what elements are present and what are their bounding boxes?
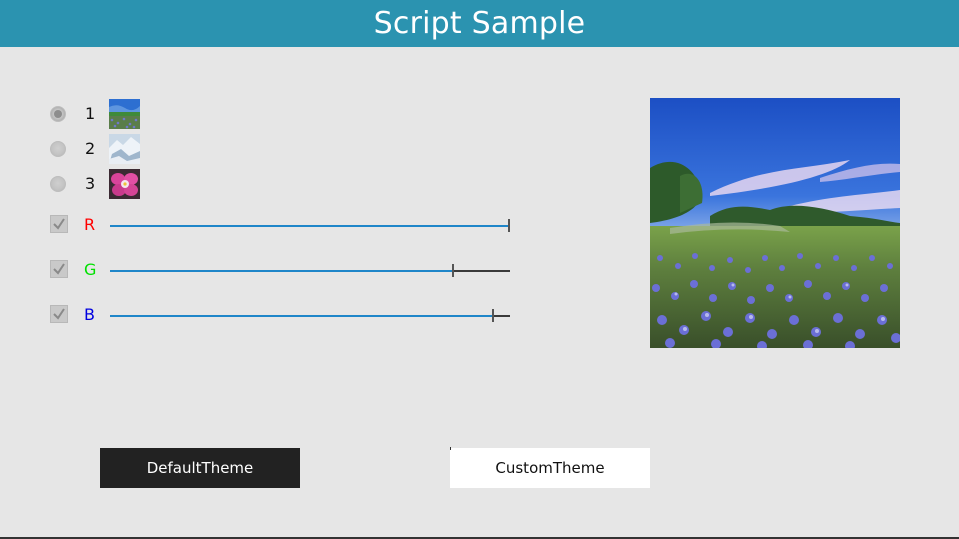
radio-button-2[interactable] bbox=[50, 141, 66, 157]
radio-button-1[interactable] bbox=[50, 106, 66, 122]
meadow-thumbnail bbox=[109, 99, 140, 129]
slider-g[interactable] bbox=[110, 264, 510, 282]
checkbox-r[interactable] bbox=[50, 215, 68, 233]
checkmark-icon bbox=[53, 218, 65, 230]
slider-handle[interactable] bbox=[492, 309, 494, 322]
checkmark-icon bbox=[53, 263, 65, 275]
image-option-1[interactable]: 1 bbox=[50, 99, 140, 129]
checkbox-g[interactable] bbox=[50, 260, 68, 278]
slider-fill bbox=[110, 225, 508, 227]
channel-label-r: R bbox=[84, 215, 96, 234]
radio-label-2: 2 bbox=[85, 139, 96, 158]
channel-label-b: B bbox=[84, 305, 95, 324]
page-title: Script Sample bbox=[373, 6, 586, 41]
radio-label-3: 3 bbox=[85, 174, 96, 193]
slider-fill bbox=[110, 270, 452, 272]
checkbox-b[interactable] bbox=[50, 305, 68, 323]
checkmark-icon bbox=[53, 308, 65, 320]
custom-theme-button[interactable]: CustomTheme bbox=[450, 447, 650, 488]
slider-r[interactable] bbox=[110, 219, 510, 237]
slider-fill bbox=[110, 315, 492, 317]
radio-label-1: 1 bbox=[85, 104, 96, 123]
preview-image bbox=[650, 98, 900, 348]
channel-label-g: G bbox=[84, 260, 97, 279]
slider-handle[interactable] bbox=[508, 219, 510, 232]
orchid-thumbnail bbox=[109, 169, 140, 199]
image-option-3[interactable]: 3 bbox=[50, 169, 140, 199]
slider-b[interactable] bbox=[110, 309, 510, 327]
radio-button-3[interactable] bbox=[50, 176, 66, 192]
default-theme-button[interactable]: DefaultTheme bbox=[100, 448, 300, 488]
title-bar: Script Sample bbox=[0, 0, 959, 47]
snow-mountain-thumbnail bbox=[109, 134, 140, 164]
slider-handle[interactable] bbox=[452, 264, 454, 277]
image-option-2[interactable]: 2 bbox=[50, 134, 140, 164]
